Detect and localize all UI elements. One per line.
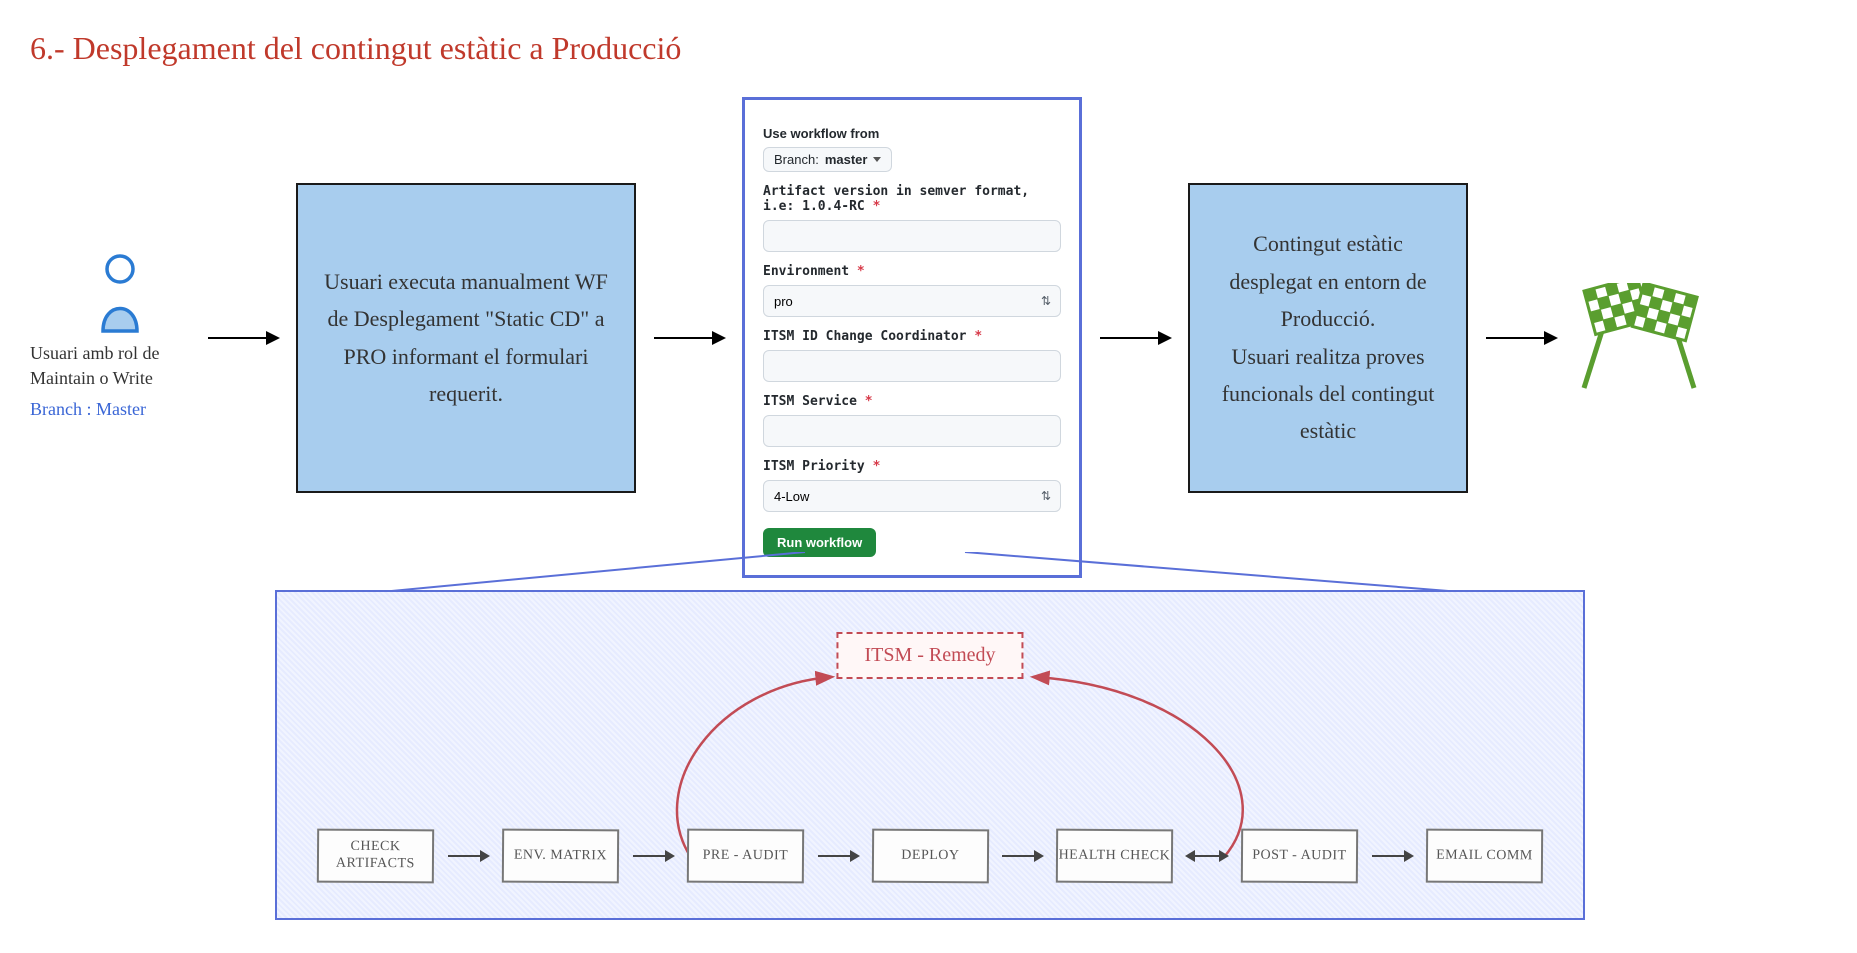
workflow-form: Use workflow from Branch: master Artifac… xyxy=(742,97,1082,578)
required-marker: * xyxy=(873,459,881,474)
artifact-label-text: Artifact version in semver format, i.e: … xyxy=(763,184,1029,214)
itsm-priority-select[interactable] xyxy=(763,480,1061,512)
itsm-service-label: ITSM Service * xyxy=(763,394,1061,409)
pipeline-container: ITSM - Remedy CHECK ARTIFACTS ENV. MATRI… xyxy=(275,590,1585,920)
required-marker: * xyxy=(865,394,873,409)
branch-prefix: Branch: xyxy=(774,152,819,167)
arrow-icon xyxy=(654,337,724,339)
user-block: Usuari amb rol de Maintain o Write Branc… xyxy=(30,253,190,423)
arrow-icon xyxy=(448,855,488,857)
arrow-icon xyxy=(1486,337,1556,339)
page-title: 6.- Desplegament del contingut estàtic a… xyxy=(30,30,1827,67)
step-check-artifacts: CHECK ARTIFACTS xyxy=(317,829,434,884)
run-workflow-button[interactable]: Run workflow xyxy=(763,528,876,557)
step-deploy: DEPLOY xyxy=(871,829,988,884)
user-role-label: Usuari amb rol de Maintain o Write xyxy=(30,341,190,391)
environment-label: Environment * xyxy=(763,264,1061,279)
artifact-label: Artifact version in semver format, i.e: … xyxy=(763,184,1061,214)
environment-select[interactable] xyxy=(763,285,1061,317)
arrow-icon xyxy=(818,855,858,857)
arrow-icon xyxy=(1002,855,1042,857)
branch-selector[interactable]: Branch: master xyxy=(763,147,892,172)
itsm-id-input[interactable] xyxy=(763,350,1061,382)
user-icon xyxy=(93,253,147,333)
itsm-id-label: ITSM ID Change Coordinator * xyxy=(763,329,1061,344)
arrow-icon xyxy=(1372,855,1412,857)
step-box-manual-trigger: Usuari executa manualment WF de Desplega… xyxy=(296,183,636,493)
itsm-service-label-text: ITSM Service xyxy=(763,394,857,409)
step-post-audit: POST - AUDIT xyxy=(1241,829,1358,884)
finish-flag-icon xyxy=(1574,283,1704,393)
pipeline-steps: CHECK ARTIFACTS ENV. MATRIX PRE - AUDIT … xyxy=(317,829,1543,883)
required-marker: * xyxy=(974,329,982,344)
required-marker: * xyxy=(857,264,865,279)
artifact-input[interactable] xyxy=(763,220,1061,252)
itsm-remedy-box: ITSM - Remedy xyxy=(836,632,1023,679)
branch-value: master xyxy=(825,152,868,167)
use-workflow-label: Use workflow from xyxy=(763,126,1061,141)
user-branch-label: Branch : Master xyxy=(30,397,146,422)
arrow-icon xyxy=(633,855,673,857)
arrow-icon xyxy=(208,337,278,339)
step-health-check: HEALTH CHECK xyxy=(1056,829,1173,884)
step-env-matrix: ENV. MATRIX xyxy=(502,829,619,884)
required-marker: * xyxy=(873,199,881,214)
itsm-priority-label: ITSM Priority * xyxy=(763,459,1061,474)
step-pre-audit: PRE - AUDIT xyxy=(687,829,804,884)
itsm-priority-label-text: ITSM Priority xyxy=(763,459,865,474)
itsm-id-label-text: ITSM ID Change Coordinator xyxy=(763,329,967,344)
environment-label-text: Environment xyxy=(763,264,849,279)
step-email-comm: EMAIL COMM xyxy=(1426,829,1543,884)
step-box-text: Usuari executa manualment WF de Desplega… xyxy=(320,263,612,413)
chevron-down-icon xyxy=(873,157,881,162)
step-box-result: Contingut estàtic desplegat en entorn de… xyxy=(1188,183,1468,493)
main-flow: Usuari amb rol de Maintain o Write Branc… xyxy=(30,97,1827,578)
double-arrow-icon xyxy=(1187,855,1227,857)
pipeline-detail: ITSM - Remedy CHECK ARTIFACTS ENV. MATRI… xyxy=(275,590,1585,920)
arrow-icon xyxy=(1100,337,1170,339)
step-box-text: Contingut estàtic desplegat en entorn de… xyxy=(1212,225,1444,449)
itsm-service-input[interactable] xyxy=(763,415,1061,447)
